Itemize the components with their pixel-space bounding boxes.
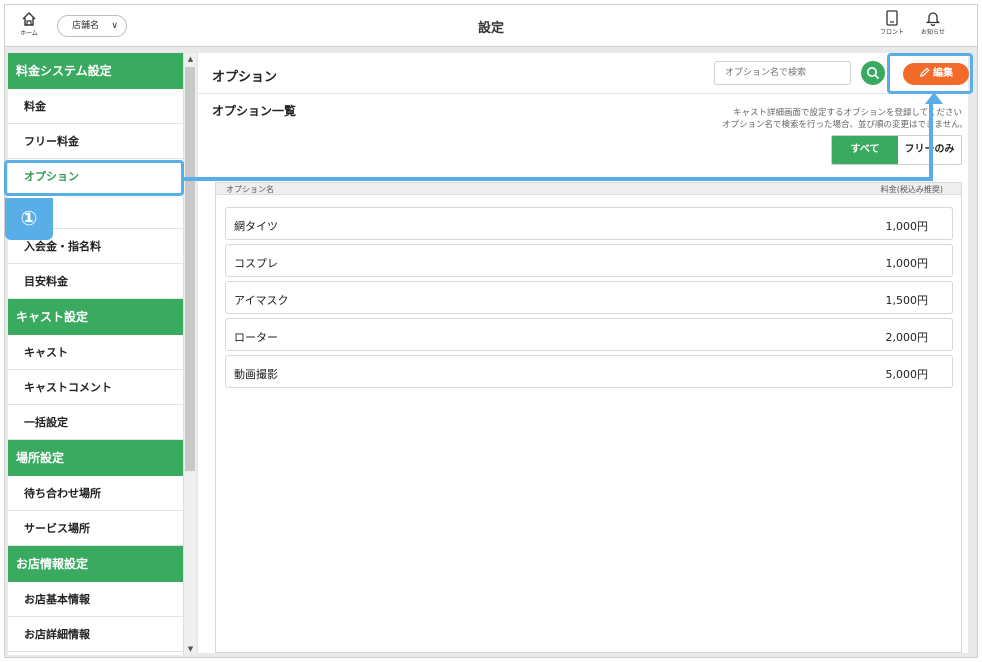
column-header-price: 料金(税込み推奨) — [880, 185, 943, 194]
main-content: オプション 編集 オプション一覧 キャスト詳細画面で設定するオプションを登録して… — [198, 53, 969, 653]
search-button[interactable] — [861, 61, 885, 85]
list-item[interactable]: 動画撮影 5,000円 — [225, 355, 953, 388]
sidebar-item-service-place[interactable]: サービス場所 — [8, 511, 183, 546]
front-button[interactable]: フロント — [877, 10, 907, 44]
option-name: 動画撮影 — [234, 368, 278, 381]
option-list-panel: オプション名 料金(税込み推奨) 網タイツ 1,000円 コスプレ 1,000円… — [215, 182, 962, 653]
filter-toggle: すべて フリーのみ — [831, 135, 962, 165]
scroll-down-icon[interactable]: ▼ — [184, 645, 197, 653]
sidebar-item-store-basic[interactable]: お店基本情報 — [8, 582, 183, 617]
list-item[interactable]: ローター 2,000円 — [225, 318, 953, 351]
list-header: オプション名 料金(税込み推奨) — [216, 183, 961, 195]
sidebar-item-cast[interactable]: キャスト — [8, 335, 183, 370]
filter-all-button[interactable]: すべて — [832, 136, 898, 164]
highlight-option-item — [4, 160, 184, 196]
sidebar-item-estimated-fee[interactable]: 目安料金 — [8, 264, 183, 299]
option-price: 1,500円 — [885, 294, 929, 307]
sidebar-item-free-fee[interactable]: フリー料金 — [8, 124, 183, 159]
highlight-edit-button — [887, 53, 973, 94]
sidebar-item-meeting-place[interactable]: 待ち合わせ場所 — [8, 476, 183, 511]
sidebar-item-store-detail[interactable]: お店詳細情報 — [8, 617, 183, 652]
option-price: 2,000円 — [885, 331, 929, 344]
scroll-up-icon[interactable]: ▲ — [184, 55, 197, 63]
sidebar-scrollbar[interactable]: ▲ ▼ — [183, 53, 196, 655]
sidebar-section-store-info: お店情報設定 — [8, 546, 183, 582]
search-input[interactable] — [714, 61, 851, 85]
connector-line-vertical — [929, 102, 933, 181]
notice-label: お知らせ — [921, 29, 945, 36]
sidebar-item-cast-comment[interactable]: キャストコメント — [8, 370, 183, 405]
option-price: 5,000円 — [885, 368, 929, 381]
option-price: 1,000円 — [885, 257, 929, 270]
sidebar-section-cast: キャスト設定 — [8, 299, 183, 335]
sidebar-section-fee-system: 料金システム設定 — [8, 53, 183, 89]
list-item[interactable]: 網タイツ 1,000円 — [225, 207, 953, 240]
list-title: オプション一覧 — [212, 104, 297, 118]
front-label: フロント — [879, 29, 904, 36]
sidebar: 料金システム設定 料金 フリー料金 オプション 延長 入会金・指名料 目安料金 … — [8, 53, 183, 655]
top-header: ホーム 店舗名 ∨ 設定 フロント お知らせ — [5, 5, 977, 47]
option-price: 1,000円 — [885, 220, 929, 233]
column-header-name: オプション名 — [226, 185, 274, 194]
sidebar-section-place: 場所設定 — [8, 440, 183, 476]
option-name: ローター — [234, 331, 278, 344]
tablet-icon — [886, 10, 898, 26]
arrow-up-icon — [925, 92, 943, 104]
list-item[interactable]: アイマスク 1,500円 — [225, 281, 953, 314]
help-note-line2: オプション名で検索を行った場合、並び順の変更はできません。 — [722, 120, 962, 130]
option-name: コスプレ — [234, 257, 278, 270]
header-divider — [198, 93, 968, 94]
step-badge: ① — [5, 198, 53, 240]
bell-icon — [925, 12, 941, 26]
help-note: キャスト詳細画面で設定するオプションを登録してください オプション名で検索を行っ… — [722, 107, 962, 131]
page-title: 設定 — [477, 21, 504, 36]
sidebar-item-bulk-settings[interactable]: 一括設定 — [8, 405, 183, 440]
connector-line-horizontal — [184, 177, 933, 181]
notice-button[interactable]: お知らせ — [918, 10, 948, 44]
search-icon — [867, 67, 880, 80]
help-note-line1: キャスト詳細画面で設定するオプションを登録してください — [733, 108, 962, 118]
section-title: オプション — [212, 70, 278, 85]
app-window: ホーム 店舗名 ∨ 設定 フロント お知らせ 料金システム設定 料金 フリー料金… — [4, 4, 978, 658]
list-item[interactable]: コスプレ 1,000円 — [225, 244, 953, 277]
scrollbar-thumb[interactable] — [185, 67, 195, 471]
option-name: アイマスク — [234, 294, 289, 307]
sidebar-item-fee[interactable]: 料金 — [8, 89, 183, 124]
option-name: 網タイツ — [234, 220, 278, 233]
